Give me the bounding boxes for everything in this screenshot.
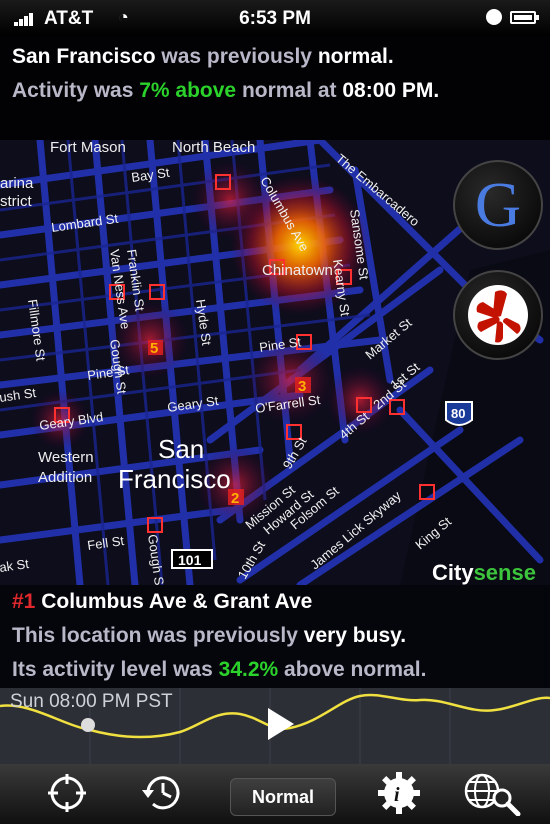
mode-normal-button[interactable]: Normal — [230, 778, 336, 816]
status-bar: AT&T ◔ 6:53 PM — [0, 0, 550, 36]
activity-percent: 7% above — [139, 79, 237, 102]
city-label-san: San — [158, 434, 204, 464]
location-state: very busy. — [303, 624, 407, 647]
label-addition: Addition — [38, 469, 92, 486]
label-marina: arina — [0, 175, 34, 192]
detail-line-1: #1 Columbus Ave & Grant Ave — [12, 585, 538, 619]
timeline-scrubber-handle[interactable] — [81, 718, 95, 732]
svg-text:101: 101 — [178, 552, 202, 568]
phone-screen: 5 3 2 101 80 Fort Mason North Beach Chin… — [0, 0, 550, 824]
highway-101-shield: 101 — [171, 549, 213, 569]
city-label-francisco: Francisco — [118, 464, 231, 494]
label-north-beach: North Beach — [172, 140, 255, 156]
city-name: San Francisco — [12, 45, 156, 68]
citysense-brand-logo: Citysense — [432, 560, 536, 585]
label-western: Western — [38, 449, 94, 466]
hotspot-label-3: 3 — [298, 378, 306, 395]
rotation-lock-icon — [486, 9, 502, 25]
activity-time: 08:00 PM. — [342, 79, 440, 102]
label-fort-mason: Fort Mason — [50, 140, 126, 156]
banner-line-2: Activity was 7% above normal at 08:00 PM… — [12, 79, 440, 102]
location-name: Columbus Ave & Grant Ave — [41, 590, 313, 613]
location-activity-percent: 34.2% — [218, 658, 279, 681]
svg-text:i: i — [394, 784, 400, 806]
hotspot-label-5: 5 — [150, 340, 158, 357]
label-district: strict — [0, 193, 32, 210]
history-clock-icon[interactable] — [136, 770, 190, 816]
google-logo-icon: G — [474, 169, 522, 240]
city-activity-banner: San Francisco was previously normal. Act… — [0, 36, 550, 140]
timeline-timestamp: Sun 08:00 PM PST — [10, 691, 173, 712]
google-layer-button[interactable]: G — [453, 160, 543, 250]
battery-icon — [510, 11, 539, 24]
svg-text:80: 80 — [451, 406, 465, 421]
yelp-burst-icon — [468, 285, 528, 345]
detail-line-3: Its activity level was 34.2% above norma… — [12, 658, 427, 681]
location-rank: #1 — [12, 590, 36, 613]
hotspot-label-2: 2 — [231, 490, 239, 507]
locate-crosshair-icon[interactable] — [40, 770, 94, 816]
detail-line-2: This location was previously very busy. — [12, 624, 407, 647]
banner-line-1: San Francisco was previously normal. — [12, 45, 394, 68]
highway-80-shield: 80 — [445, 401, 473, 426]
info-gear-icon[interactable]: i — [372, 770, 426, 816]
label-chinatown: Chinatown — [262, 262, 333, 279]
play-button[interactable] — [268, 708, 294, 740]
location-detail-panel[interactable]: #1 Columbus Ave & Grant Ave This locatio… — [0, 585, 550, 688]
city-state: normal. — [317, 45, 394, 68]
status-time: 6:53 PM — [239, 8, 311, 29]
yelp-layer-button[interactable] — [453, 270, 543, 360]
globe-search-icon[interactable] — [458, 770, 522, 816]
